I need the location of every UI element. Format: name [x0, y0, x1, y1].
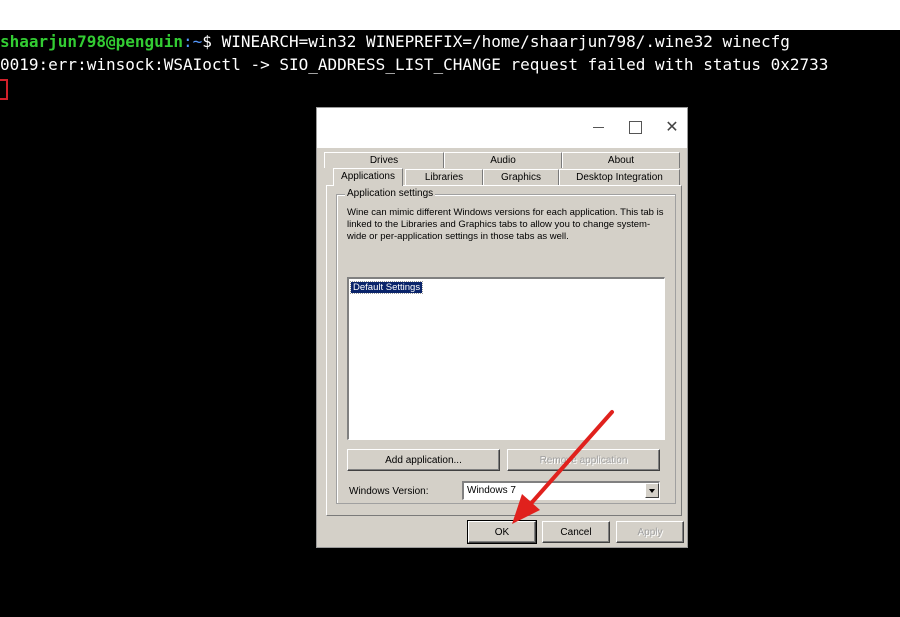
tab-drives[interactable]: Drives: [324, 152, 444, 168]
winecfg-dialog: ✕ Drives Audio About Applications Librar…: [316, 107, 688, 548]
tab-audio[interactable]: Audio: [444, 152, 562, 168]
tab-graphics[interactable]: Graphics: [483, 169, 559, 185]
terminal-output-line: 0019:err:winsock:WSAIoctl -> SIO_ADDRESS…: [0, 55, 829, 74]
applications-list[interactable]: Default Settings: [347, 277, 665, 440]
cancel-button[interactable]: Cancel: [542, 521, 610, 543]
windows-version-label: Windows Version:: [349, 486, 429, 497]
list-item[interactable]: Default Settings: [349, 281, 424, 294]
prompt-symbol: $: [202, 32, 222, 51]
tab-applications[interactable]: Applications: [333, 168, 403, 186]
group-title: Application settings: [345, 188, 436, 199]
ok-button[interactable]: OK: [467, 520, 537, 544]
applications-panel: Application settings Wine can mimic diff…: [326, 185, 682, 516]
terminal-cursor: [0, 79, 8, 100]
windows-version-select[interactable]: Windows 7: [462, 481, 660, 500]
prompt-path: :~: [183, 32, 203, 51]
windows-version-value: Windows 7: [467, 485, 516, 496]
minimize-icon[interactable]: [585, 116, 611, 140]
apply-button[interactable]: Apply: [616, 521, 684, 543]
tab-desktop-integration[interactable]: Desktop Integration: [559, 169, 680, 185]
application-settings-group: Application settings Wine can mimic diff…: [336, 188, 676, 504]
chevron-down-icon[interactable]: [645, 483, 659, 498]
dialog-titlebar[interactable]: ✕: [317, 108, 687, 148]
description-text: Wine can mimic different Windows version…: [347, 207, 664, 242]
terminal-command: WINEARCH=win32 WINEPREFIX=/home/shaarjun…: [221, 32, 790, 51]
tab-about[interactable]: About: [562, 152, 680, 168]
terminal-command-line: shaarjun798@penguin:~$ WINEARCH=win32 WI…: [0, 31, 790, 53]
maximize-icon[interactable]: [622, 116, 648, 140]
close-icon[interactable]: ✕: [659, 116, 685, 140]
prompt-user: shaarjun798@penguin: [0, 32, 184, 51]
tab-libraries[interactable]: Libraries: [405, 169, 483, 185]
add-application-button[interactable]: Add application...: [347, 449, 500, 471]
remove-application-button[interactable]: Remove application: [507, 449, 660, 471]
